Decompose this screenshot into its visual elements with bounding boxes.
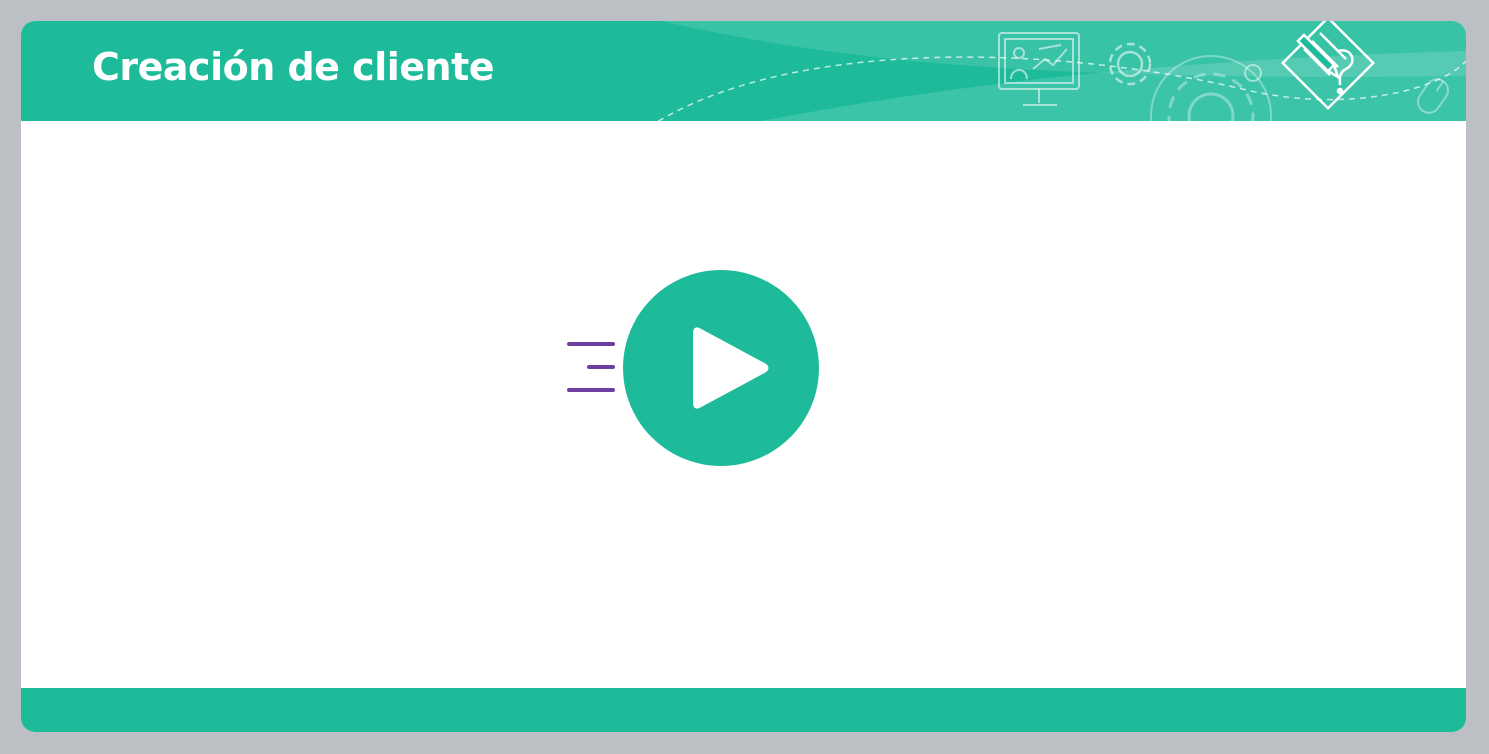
play-control[interactable] [563,270,819,466]
footer-bar [21,688,1466,732]
play-icon [693,327,769,409]
play-button[interactable] [623,270,819,466]
header-bar: Creación de cliente [21,21,1466,121]
video-card: Creación de cliente [21,21,1466,732]
page-title: Creación de cliente [92,45,495,89]
video-area [21,121,1466,688]
speed-lines-icon [567,342,615,392]
